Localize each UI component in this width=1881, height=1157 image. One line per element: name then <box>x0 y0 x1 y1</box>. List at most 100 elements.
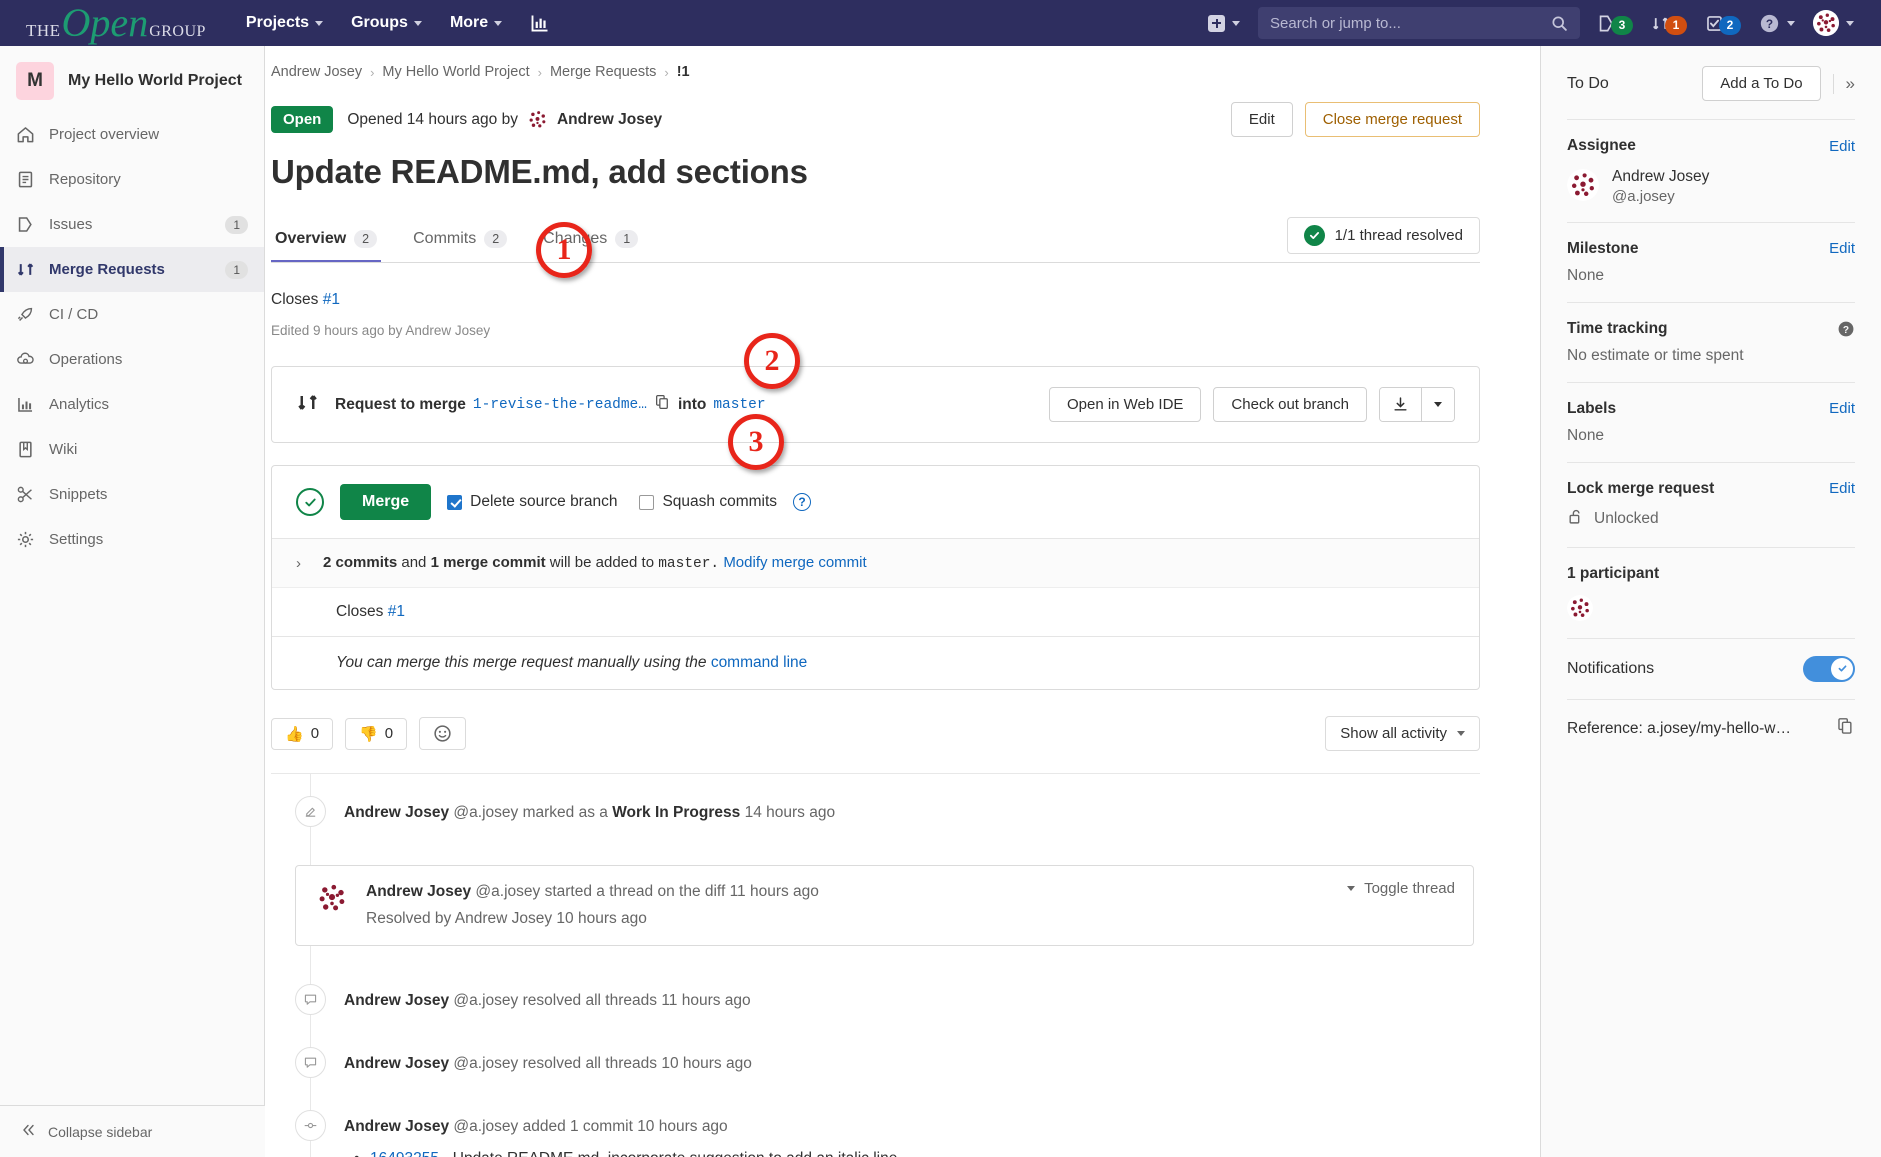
nav-more[interactable]: More <box>436 0 516 46</box>
sidebar-item-wiki[interactable]: Wiki <box>0 427 264 472</box>
closes-issue-link[interactable]: #1 <box>323 291 340 308</box>
todo-row: To Do Add a To Do » <box>1567 46 1855 119</box>
nav-issues-counter[interactable]: 3 <box>1588 0 1642 46</box>
nav-projects-label: Projects <box>245 14 310 31</box>
nav-projects[interactable]: Projects <box>232 0 337 46</box>
chevron-double-right-icon[interactable]: » <box>1832 73 1855 94</box>
activity-author[interactable]: Andrew Josey <box>344 992 449 1009</box>
nav-more-label: More <box>449 14 489 31</box>
sidebar-item-count: 1 <box>225 215 248 234</box>
activity-handle: @a.josey <box>453 1117 519 1135</box>
sidebar-item-count: 1 <box>225 260 248 279</box>
nav-todo-counter[interactable]: 2 <box>1696 0 1750 46</box>
breadcrumb-user[interactable]: Andrew Josey <box>271 64 362 80</box>
commit-sha-link[interactable]: 16493255 <box>370 1150 439 1157</box>
activity-time: 10 hours ago <box>661 1054 752 1072</box>
edit-button[interactable]: Edit <box>1230 102 1293 137</box>
reactions-row: 👍 0 👎 0 Show all activity <box>271 716 1480 751</box>
toggle-thread-label: Toggle thread <box>1364 880 1455 897</box>
activity-text: Andrew Josey @a.josey resolved all threa… <box>344 984 751 1012</box>
check-out-branch-button[interactable]: Check out branch <box>1213 387 1367 422</box>
nav-analytics-button[interactable] <box>516 0 564 46</box>
delete-source-branch-checkbox[interactable]: Delete source branch <box>447 493 617 511</box>
merge-request-icon <box>296 391 319 419</box>
milestone-edit-button[interactable]: Edit <box>1829 240 1855 257</box>
closes-issue-link[interactable]: #1 <box>388 603 405 620</box>
collapse-sidebar-button[interactable]: Collapse sidebar <box>0 1105 265 1157</box>
issues-icon <box>16 215 35 234</box>
participants-title: 1 participant <box>1567 564 1660 582</box>
sidebar-item-issues[interactable]: Issues 1 <box>0 202 264 247</box>
breadcrumb-merge-requests[interactable]: Merge Requests <box>550 64 656 80</box>
activity-bold-text: Work In Progress <box>612 804 741 821</box>
merge-summary-text: 2 commits and 1 merge commit will be add… <box>323 554 867 572</box>
search-input[interactable] <box>1270 14 1551 32</box>
project-header[interactable]: M My Hello World Project <box>0 46 264 112</box>
activity-item-resolved-10h: Andrew Josey @a.josey resolved all threa… <box>271 1031 1480 1094</box>
activity-author[interactable]: Andrew Josey <box>344 804 449 821</box>
copy-icon[interactable] <box>654 394 671 416</box>
avatar <box>525 108 549 131</box>
user-menu[interactable] <box>1804 0 1863 46</box>
checkbox-unchecked-icon <box>639 494 655 510</box>
squash-commits-checkbox[interactable]: Squash commits <box>639 493 777 511</box>
target-branch-link[interactable]: master <box>713 397 765 413</box>
activity-author[interactable]: Andrew Josey <box>344 1055 449 1072</box>
source-branch-link[interactable]: 1-revise-the-readme… <box>473 397 647 413</box>
sidebar-item-repository[interactable]: Repository <box>0 157 264 202</box>
mr-author-name[interactable]: Andrew Josey <box>557 111 662 129</box>
assignee-edit-button[interactable]: Edit <box>1829 138 1855 155</box>
labels-edit-button[interactable]: Edit <box>1829 400 1855 417</box>
download-button[interactable] <box>1380 388 1422 421</box>
activity-author[interactable]: Andrew Josey <box>344 1118 449 1135</box>
threads-resolved-badge[interactable]: 1/1 thread resolved <box>1286 217 1480 254</box>
thumbsdown-reaction-button[interactable]: 👎 0 <box>345 717 408 750</box>
toggle-thread-button[interactable]: Toggle thread <box>1347 880 1455 897</box>
sidebar-item-operations[interactable]: Operations <box>0 337 264 382</box>
notifications-toggle[interactable] <box>1803 655 1855 682</box>
mr-description-closes: Closes #1 <box>271 291 1480 309</box>
collapse-sidebar-label: Collapse sidebar <box>48 1123 153 1140</box>
download-dropdown-button[interactable] <box>1422 388 1454 421</box>
assignee-handle: @a.josey <box>1612 187 1675 205</box>
merge-button[interactable]: Merge <box>340 484 432 520</box>
modify-merge-commit-link[interactable]: Modify merge commit <box>723 554 866 571</box>
tab-changes[interactable]: Changes 1 <box>539 222 642 262</box>
add-reaction-button[interactable] <box>419 717 467 750</box>
show-all-activity-dropdown[interactable]: Show all activity <box>1325 716 1480 751</box>
copy-icon[interactable] <box>1836 717 1855 741</box>
close-merge-request-button[interactable]: Close merge request <box>1304 102 1480 137</box>
and-word: and <box>401 554 427 571</box>
thumbsup-reaction-button[interactable]: 👍 0 <box>271 717 334 750</box>
avatar[interactable] <box>1567 594 1593 621</box>
opengroup-logo[interactable]: THE Open GROUP <box>26 3 206 43</box>
assignee-user[interactable]: Andrew Josey @a.josey <box>1567 166 1855 205</box>
create-new-button[interactable] <box>1198 14 1250 32</box>
tab-overview[interactable]: Overview 2 <box>271 222 382 262</box>
breadcrumb-project[interactable]: My Hello World Project <box>382 64 529 80</box>
sidebar-item-project-overview[interactable]: Project overview <box>0 112 264 157</box>
command-line-link[interactable]: command line <box>711 654 808 671</box>
sidebar-item-settings[interactable]: Settings <box>0 517 264 562</box>
chart-icon <box>16 395 35 414</box>
expand-commits-chevron-icon[interactable]: › <box>296 555 301 572</box>
lock-edit-button[interactable]: Edit <box>1829 480 1855 497</box>
add-a-todo-button[interactable]: Add a To Do <box>1702 66 1821 101</box>
global-search[interactable] <box>1258 7 1580 39</box>
nav-mr-counter[interactable]: 1 <box>1642 0 1696 46</box>
tab-commits[interactable]: Commits 2 <box>409 222 511 262</box>
sidebar-item-snippets[interactable]: Snippets <box>0 472 264 517</box>
sidebar-item-ci-cd[interactable]: CI / CD <box>0 292 264 337</box>
activity-time: 11 hours ago <box>661 991 751 1009</box>
thumbsup-icon: 👍 <box>285 725 304 743</box>
sidebar-item-merge-requests[interactable]: Merge Requests 1 <box>0 247 264 292</box>
open-in-web-ide-button[interactable]: Open in Web IDE <box>1048 387 1202 422</box>
activity-author[interactable]: Andrew Josey <box>366 883 471 900</box>
tab-label: Changes <box>543 230 608 247</box>
sidebar-item-analytics[interactable]: Analytics <box>0 382 264 427</box>
activity-action: resolved all threads <box>522 991 658 1009</box>
help-menu[interactable]: ? <box>1750 0 1804 46</box>
nav-groups[interactable]: Groups <box>337 0 436 46</box>
time-tracking-help-button[interactable]: ? <box>1837 320 1855 338</box>
question-circle-icon[interactable]: ? <box>793 493 812 511</box>
